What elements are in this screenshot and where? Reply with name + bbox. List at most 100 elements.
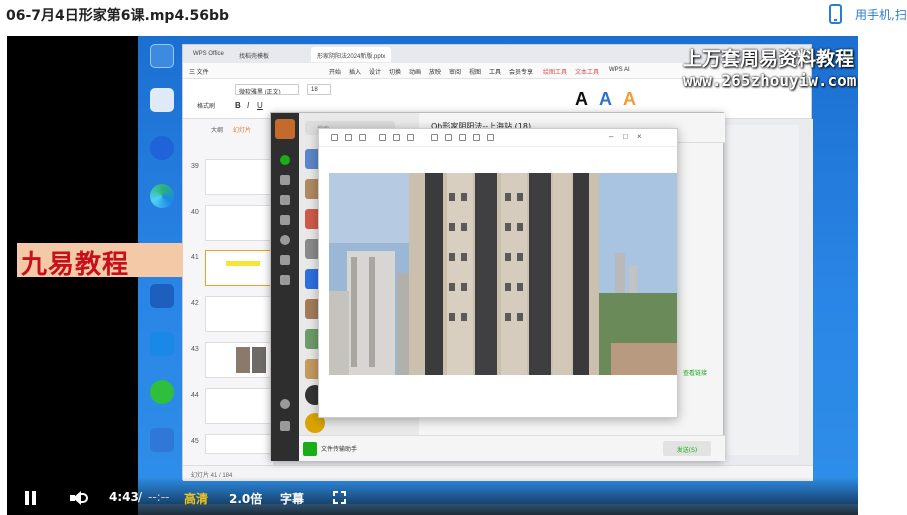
m-app-icon — [150, 284, 174, 308]
mini-program-icon[interactable] — [280, 275, 290, 285]
chat-icon[interactable] — [280, 155, 290, 165]
search-icon[interactable] — [280, 255, 290, 265]
back-icon[interactable] — [331, 134, 338, 141]
folder-icon[interactable] — [280, 215, 290, 225]
speed-button[interactable]: 2.0倍 — [229, 490, 262, 507]
crop-icon[interactable] — [431, 134, 438, 141]
menu-animation[interactable]: 动画 — [409, 67, 421, 76]
maximize-icon[interactable]: □ — [623, 132, 628, 141]
menu-draw-tools[interactable]: 绘图工具 — [543, 67, 567, 76]
slide-number: 42 — [191, 300, 199, 307]
minimize-icon[interactable]: – — [609, 132, 613, 141]
zoom-icon[interactable] — [359, 134, 366, 141]
ocr-icon[interactable] — [473, 134, 480, 141]
menu-home[interactable]: 开始 — [329, 67, 341, 76]
cloud-app-icon — [150, 332, 174, 356]
watermark-url: www.265zhouyiw.com — [683, 71, 857, 90]
menu-transition[interactable]: 切换 — [389, 67, 401, 76]
contacts-icon[interactable] — [280, 175, 290, 185]
slide-thumb-41[interactable] — [205, 250, 271, 286]
text-style-blue[interactable]: A — [599, 89, 612, 110]
translate-icon[interactable] — [459, 134, 466, 141]
menu-design[interactable]: 设计 — [369, 67, 381, 76]
menu-slideshow[interactable]: 放映 — [429, 67, 441, 76]
pause-icon[interactable] — [25, 491, 37, 505]
font-name-select[interactable]: 微软雅黑 (正文) — [235, 84, 299, 95]
slide-thumb-44[interactable] — [205, 388, 271, 424]
file-transfer-name[interactable]: 文件传输助手 — [321, 444, 357, 453]
zoom-in-icon[interactable] — [379, 134, 386, 141]
slide-thumb-42[interactable] — [205, 296, 271, 332]
phone-icon[interactable] — [829, 4, 842, 24]
slide-thumbnails: 大纲 幻灯片 39 40 41 42 43 44 45 — [183, 119, 275, 465]
text-style-black[interactable]: A — [575, 89, 588, 110]
files-app-icon — [150, 428, 174, 452]
menu-file[interactable]: 三 文件 — [189, 67, 209, 76]
menu-insert[interactable]: 插入 — [349, 67, 361, 76]
quality-button[interactable]: 高清 — [184, 490, 208, 507]
menu-wps-ai[interactable]: WPS AI — [609, 67, 630, 73]
underline-button[interactable]: U — [257, 101, 263, 110]
menu-review[interactable]: 审阅 — [449, 67, 461, 76]
file-transfer-icon — [303, 442, 317, 456]
forward-icon[interactable] — [345, 134, 352, 141]
moments-icon[interactable] — [280, 235, 290, 245]
edit-icon[interactable] — [445, 134, 452, 141]
panel-tab-slides[interactable]: 幻灯片 — [233, 125, 251, 134]
edge-icon — [150, 184, 174, 208]
slide-number: 45 — [191, 438, 199, 445]
menu-text-tools[interactable]: 文本工具 — [575, 67, 599, 76]
phone-link[interactable]: 用手机,扫 — [855, 6, 907, 23]
time-separator: / — [138, 490, 143, 504]
watermark-logo: 九易教程 — [17, 243, 183, 280]
volume-icon[interactable] — [70, 490, 90, 506]
slide-number: 43 — [191, 346, 199, 353]
side-strip — [858, 36, 907, 515]
favorites-icon[interactable] — [280, 195, 290, 205]
italic-button[interactable]: I — [247, 101, 249, 110]
player-controls: 4:43 / --:-- 高清 2.0倍 字幕 — [7, 477, 858, 515]
menu-tools[interactable]: 工具 — [489, 67, 501, 76]
menu-vip[interactable]: 会员专享 — [509, 67, 533, 76]
subtitle-button[interactable]: 字幕 — [280, 490, 304, 507]
panel-tab-outline[interactable]: 大纲 — [211, 125, 223, 134]
slide-thumb-43[interactable] — [205, 342, 271, 378]
tab-pptx[interactable]: 形家阴阳法2024新版.pptx — [311, 47, 392, 62]
link-text[interactable]: 查看链接 — [683, 368, 707, 377]
tab-wps-office[interactable]: WPS Office — [187, 47, 230, 62]
building-photo — [329, 173, 677, 375]
chat-footer: 文件传输助手 发送(S) — [299, 435, 725, 461]
rotate-icon[interactable] — [407, 134, 414, 141]
avatar[interactable] — [275, 119, 295, 139]
bold-button[interactable]: B — [235, 101, 241, 110]
slide-thumb-40[interactable] — [205, 205, 271, 241]
video-player[interactable]: WPS Office 找稻壳模板 形家阴阳法2024新版.pptx 三 文件 开… — [7, 36, 858, 515]
zoom-out-icon[interactable] — [393, 134, 400, 141]
image-viewer: – □ × — [318, 128, 678, 418]
recycle-bin-icon — [150, 88, 174, 112]
more-icon[interactable] — [487, 134, 494, 141]
format-painter-label[interactable]: 格式刷 — [197, 101, 215, 110]
font-size-select[interactable]: 18 — [307, 84, 331, 95]
tab-templates[interactable]: 找稻壳模板 — [233, 47, 275, 62]
wechat-desktop-icon — [150, 380, 174, 404]
current-time: 4:43 — [109, 490, 139, 504]
slide-number: 44 — [191, 392, 199, 399]
menu-icon[interactable] — [280, 421, 290, 431]
phone-icon[interactable] — [280, 399, 290, 409]
duration: --:-- — [148, 490, 170, 504]
video-title: 06-7月4日形家第6课.mp4.56bb — [6, 8, 230, 24]
slide-thumb-39[interactable] — [205, 159, 271, 195]
close-icon[interactable]: × — [637, 132, 642, 141]
slide-number: 39 — [191, 163, 199, 170]
viewer-toolbar: – □ × — [319, 129, 677, 147]
slide-thumb-45[interactable] — [205, 434, 271, 454]
menu-view[interactable]: 视图 — [469, 67, 481, 76]
k-app-icon — [150, 136, 174, 160]
wechat-sidebar — [271, 113, 299, 461]
watermark-title: 上万套周易资料教程 — [683, 48, 855, 70]
fullscreen-icon[interactable] — [333, 491, 346, 504]
building-photo-svg — [329, 173, 677, 375]
send-button[interactable]: 发送(S) — [663, 441, 711, 456]
text-style-orange[interactable]: A — [623, 89, 636, 110]
